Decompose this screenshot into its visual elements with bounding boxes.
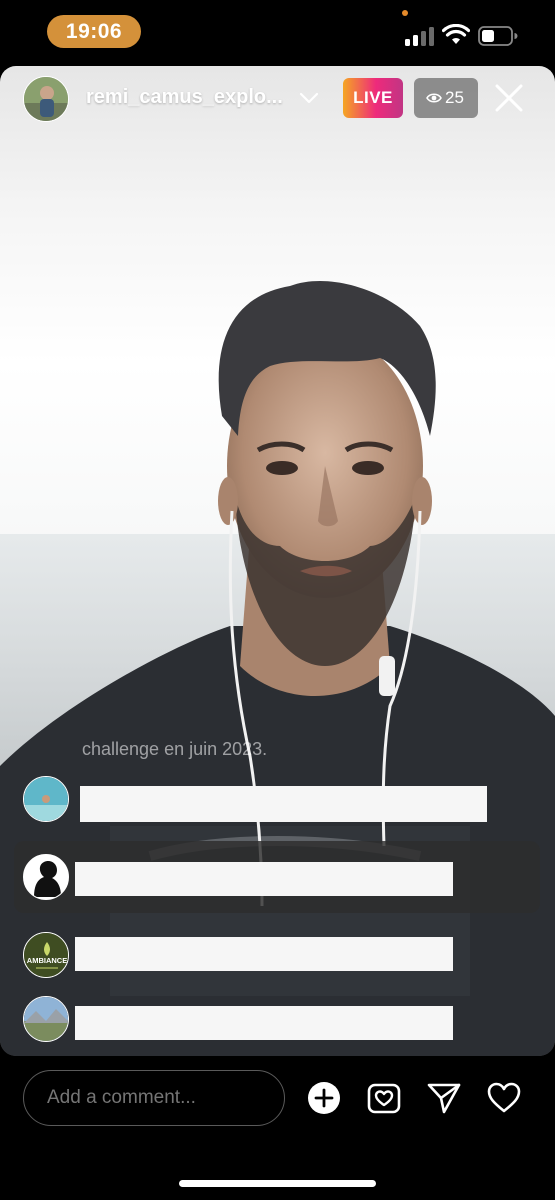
wifi-icon	[442, 24, 470, 44]
viewer-count-badge[interactable]: 25	[414, 78, 478, 118]
redacted-comment-4	[75, 1006, 453, 1040]
add-icon[interactable]	[306, 1080, 342, 1116]
redacted-comment-3	[75, 937, 453, 971]
svg-text:AMBIANCE: AMBIANCE	[27, 956, 67, 965]
cellular-signal-icon	[405, 26, 435, 46]
live-badge: LIVE	[343, 78, 403, 118]
close-icon[interactable]	[493, 82, 525, 114]
battery-icon	[478, 26, 518, 46]
status-bar: 19:06	[0, 0, 555, 66]
status-time: 19:06	[47, 15, 141, 48]
silhouette-avatar-image	[24, 855, 68, 899]
host-avatar-image	[24, 77, 68, 121]
bottom-action-bar	[0, 1056, 555, 1200]
redacted-comment-1	[80, 786, 487, 822]
chevron-down-icon[interactable]	[298, 87, 320, 109]
faded-comment-text: challenge en juin 2023.	[82, 739, 268, 759]
comment-avatar-landscape[interactable]	[23, 996, 69, 1042]
landscape-avatar-image	[24, 997, 68, 1041]
beach-avatar-image	[24, 777, 68, 821]
comment-avatar-silhouette[interactable]	[23, 854, 69, 900]
viewer-count: 25	[445, 88, 464, 107]
redacted-comment-2	[75, 862, 453, 896]
shopping-bag-icon[interactable]	[366, 1080, 402, 1116]
send-icon[interactable]	[426, 1080, 462, 1116]
live-video-stream[interactable]: remi_camus_explo... LIVE 25 challenge en…	[0, 66, 555, 1056]
ambiance-logo-avatar: AMBIANCE	[24, 933, 68, 977]
heart-icon[interactable]	[486, 1080, 522, 1116]
add-comment-input[interactable]	[23, 1070, 285, 1126]
host-avatar[interactable]	[23, 76, 69, 122]
home-indicator[interactable]	[179, 1180, 376, 1187]
comment-avatar-beach[interactable]	[23, 776, 69, 822]
comment-avatar-ambiance[interactable]: AMBIANCE	[23, 932, 69, 978]
privacy-indicator-dot	[402, 10, 408, 16]
eye-icon	[426, 93, 442, 103]
host-username[interactable]: remi_camus_explo...	[86, 86, 286, 109]
